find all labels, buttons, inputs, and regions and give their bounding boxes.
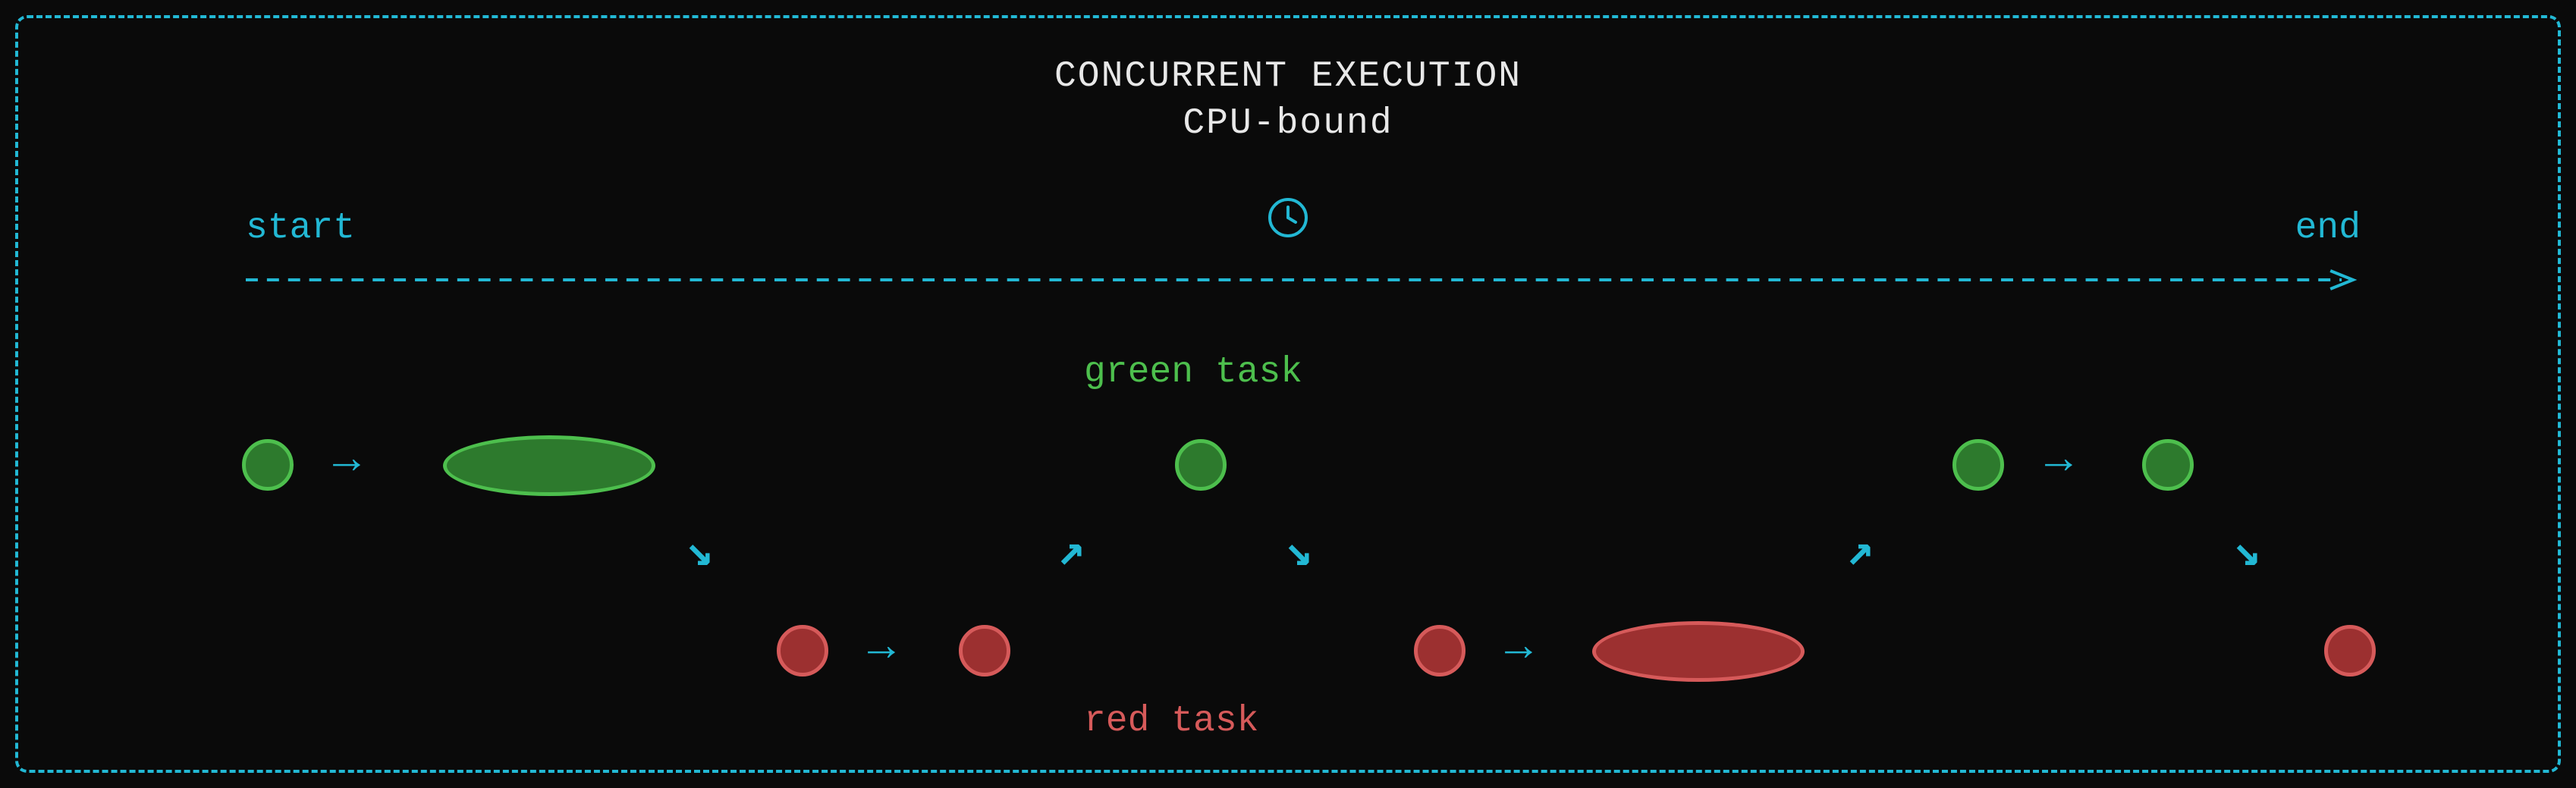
circle-green-shape bbox=[1175, 439, 1227, 491]
flow-arrow: → bbox=[1505, 623, 1532, 674]
circle-red-shape bbox=[777, 625, 828, 677]
ellipse-red-shape bbox=[1592, 621, 1805, 682]
flow-arrow: ↘ bbox=[2233, 523, 2260, 579]
clock-icon bbox=[1267, 196, 1309, 243]
flow-arrow: → bbox=[333, 435, 360, 487]
flow-arrow: → bbox=[868, 623, 895, 674]
ellipse-green-shape bbox=[443, 435, 655, 496]
end-label: end bbox=[2295, 208, 2361, 249]
circle-green-shape bbox=[1952, 439, 2004, 491]
green-task-label: green task bbox=[1084, 352, 1302, 393]
circle-green-shape bbox=[2142, 439, 2194, 491]
timeline-arrow bbox=[246, 268, 2361, 295]
circle-green-shape bbox=[242, 439, 294, 491]
flow-arrow: ↗ bbox=[1057, 523, 1085, 579]
flow-arrow: ↘ bbox=[686, 523, 713, 579]
diagram-container: CONCURRENT EXECUTION CPU-bound start end… bbox=[15, 15, 2561, 773]
circle-red-shape bbox=[1414, 625, 1465, 677]
diagram-subtitle: CPU-bound bbox=[18, 103, 2558, 144]
flow-arrow: → bbox=[2045, 435, 2072, 487]
start-label: start bbox=[246, 208, 355, 249]
flow-arrow: ↘ bbox=[1285, 523, 1312, 579]
circle-red-shape bbox=[2324, 625, 2376, 677]
red-task-label: red task bbox=[1084, 701, 1258, 742]
circle-red-shape bbox=[959, 625, 1010, 677]
flow-arrow: ↗ bbox=[1846, 523, 1874, 579]
diagram-title: CONCURRENT EXECUTION bbox=[18, 56, 2558, 97]
